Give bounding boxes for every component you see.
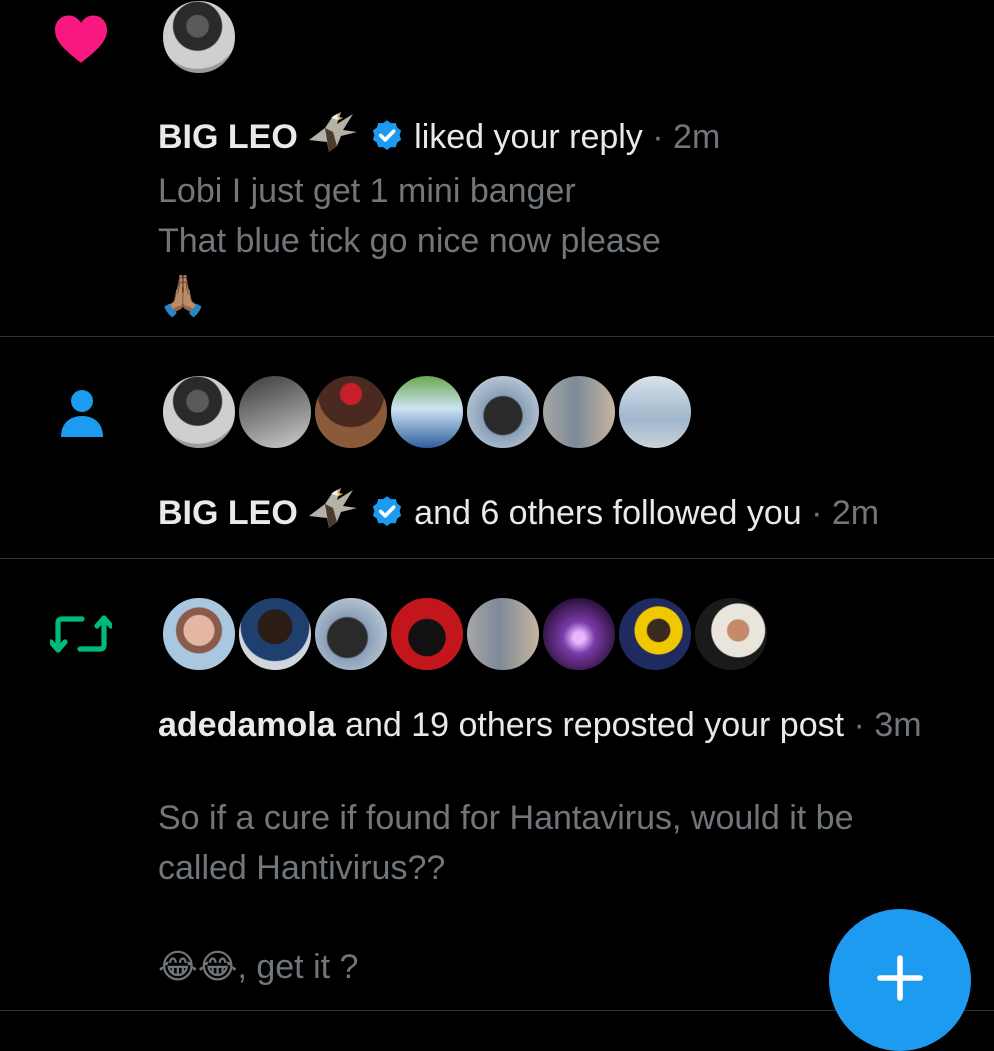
heart-icon bbox=[52, 12, 110, 69]
post-text-line: So if a cure if found for Hantavirus, wo… bbox=[158, 799, 854, 837]
time-separator: · bbox=[811, 494, 823, 532]
notification-time: 3m bbox=[874, 706, 922, 744]
post-text[interactable]: So if a cure if found for Hantavirus, wo… bbox=[158, 793, 853, 993]
avatar[interactable] bbox=[312, 373, 390, 451]
avatar[interactable] bbox=[160, 595, 238, 673]
avatar[interactable] bbox=[540, 373, 618, 451]
avatar[interactable] bbox=[236, 373, 314, 451]
avatar[interactable] bbox=[616, 595, 694, 673]
avatar-group bbox=[160, 0, 238, 76]
notification-action: and 6 others followed you bbox=[414, 494, 802, 532]
notification-time: 2m bbox=[831, 494, 880, 532]
user-name[interactable]: adedamola bbox=[158, 706, 336, 744]
avatar[interactable] bbox=[160, 373, 238, 451]
post-text-line: 😂😂, get it ? bbox=[158, 941, 853, 993]
compose-button[interactable] bbox=[829, 909, 971, 1051]
pray-emoji: 🙏🏽 bbox=[158, 274, 208, 318]
avatar-group bbox=[160, 373, 694, 451]
avatar[interactable] bbox=[616, 373, 694, 451]
avatar[interactable] bbox=[540, 595, 618, 673]
notification-action: liked your reply bbox=[414, 118, 643, 156]
time-separator: · bbox=[652, 118, 664, 156]
post-text-line: Lobi I just get 1 mini banger bbox=[158, 172, 576, 210]
notification-headline: adedamola and 19 others reposted your po… bbox=[158, 701, 958, 749]
verified-badge-icon bbox=[369, 118, 405, 165]
post-trailing-text: , get it ? bbox=[237, 948, 359, 986]
verified-badge-icon bbox=[369, 494, 405, 541]
avatar[interactable] bbox=[388, 373, 466, 451]
avatar[interactable] bbox=[388, 595, 466, 673]
post-text-line: That blue tick go nice now please bbox=[158, 222, 661, 260]
person-icon bbox=[58, 387, 106, 444]
time-separator: · bbox=[853, 706, 865, 744]
avatar[interactable] bbox=[160, 0, 238, 76]
notification-headline: BIG LEO liked your reply · 2m bbox=[158, 110, 720, 165]
post-text-line: called Hantivirus?? bbox=[158, 849, 446, 887]
avatar[interactable] bbox=[312, 595, 390, 673]
avatar[interactable] bbox=[464, 595, 542, 673]
post-text[interactable]: Lobi I just get 1 mini banger That blue … bbox=[158, 166, 661, 326]
avatar[interactable] bbox=[236, 595, 314, 673]
notification-like[interactable]: BIG LEO liked your reply · 2m Lobi I jus… bbox=[0, 0, 994, 336]
user-name[interactable]: BIG LEO bbox=[158, 118, 298, 156]
notification-headline: BIG LEO and 6 others followed you · 2m bbox=[158, 486, 879, 541]
laughing-emoji: 😂😂 bbox=[158, 948, 238, 986]
plus-icon bbox=[876, 954, 924, 1007]
notification-time: 2m bbox=[673, 118, 721, 156]
eagle-emoji-icon bbox=[307, 486, 359, 541]
repost-icon bbox=[48, 611, 114, 662]
avatar[interactable] bbox=[464, 373, 542, 451]
notification-action: and 19 others reposted your post bbox=[345, 706, 845, 744]
avatar-group bbox=[160, 595, 770, 673]
notification-follow[interactable]: BIG LEO and 6 others followed you · 2m bbox=[0, 337, 994, 558]
user-name[interactable]: BIG LEO bbox=[158, 494, 298, 532]
eagle-emoji-icon bbox=[307, 110, 359, 165]
avatar[interactable] bbox=[692, 595, 770, 673]
